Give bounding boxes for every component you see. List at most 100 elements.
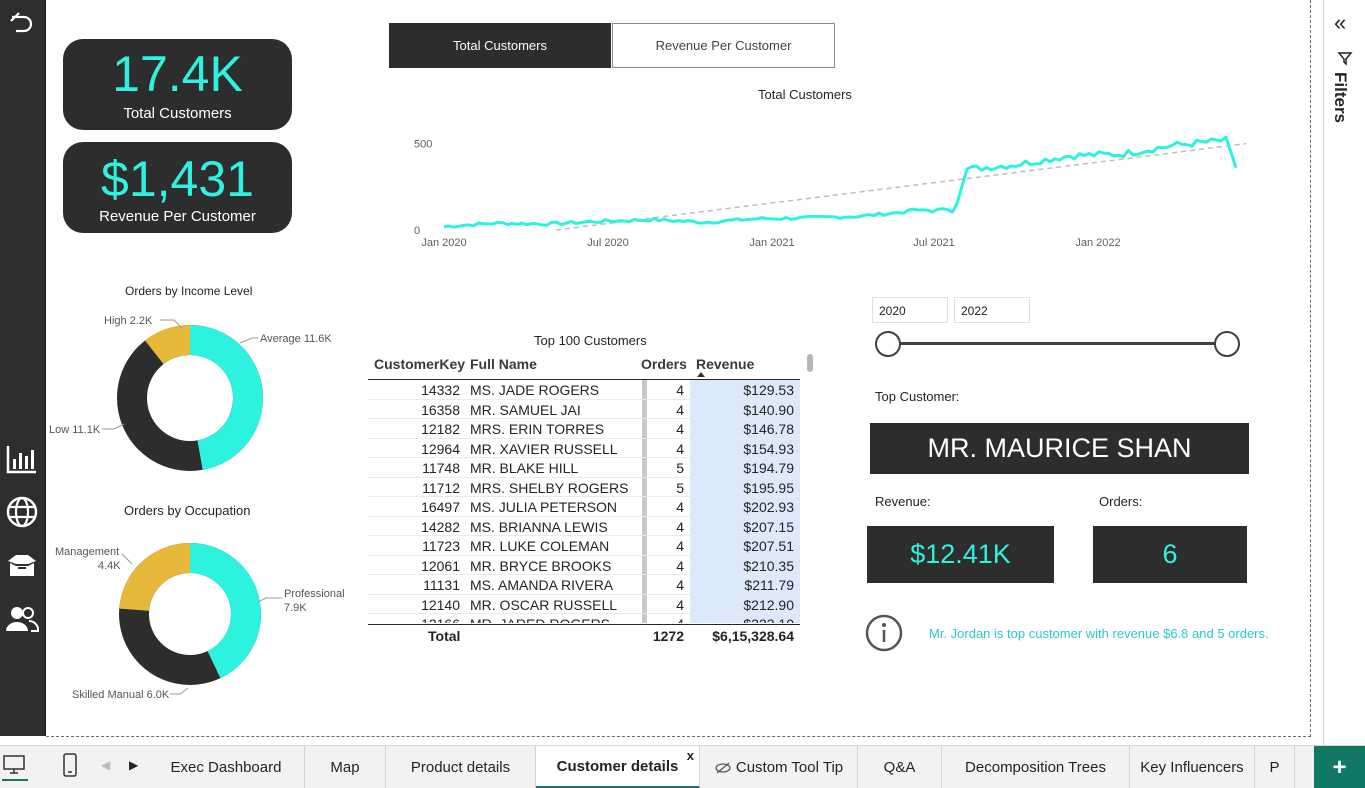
- label-low: Low 11.1K: [49, 424, 101, 436]
- x-tick-label: Jan 2021: [749, 237, 794, 249]
- desktop-view-icon[interactable]: [2, 752, 26, 776]
- table-row[interactable]: 12061 MR. BRYCE BROOKS 4 $210.35: [368, 555, 800, 575]
- col-customerkey[interactable]: CustomerKey: [374, 356, 465, 372]
- cell-revenue: $210.35: [743, 557, 794, 574]
- table-row[interactable]: 11723 MR. LUKE COLEMAN 4 $207.51: [368, 536, 800, 556]
- col-full-name[interactable]: Full Name: [470, 356, 537, 372]
- table-row[interactable]: 12964 MR. XAVIER RUSSELL 4 $154.93: [368, 438, 800, 458]
- donut-income-chart: High 2.2K Average 11.6K Low 11.1K: [49, 315, 332, 471]
- table-scrollbar[interactable]: [807, 354, 813, 372]
- tab-decomposition-trees[interactable]: Decomposition Trees: [942, 746, 1130, 788]
- tab-q-a[interactable]: Q&A: [858, 746, 942, 788]
- col-revenue[interactable]: Revenue: [696, 356, 754, 372]
- table-row[interactable]: 12140 MR. OSCAR RUSSELL 4 $212.90: [368, 594, 800, 614]
- info-icon[interactable]: [864, 613, 904, 653]
- revenue-label: Revenue:: [875, 494, 931, 509]
- cell-orders: 4: [676, 421, 684, 437]
- line-chart: 500 0Jan 2020 Jul 2020 Jan 2021 Jul 2021 Jan …: [414, 135, 1247, 249]
- cell-customerkey: 11131: [423, 577, 460, 593]
- cell-customerkey: 12166: [421, 616, 460, 623]
- cell-full-name: MS. JULIA PETERSON: [470, 499, 618, 515]
- toggle-total-customers-button[interactable]: Total Customers: [389, 23, 611, 68]
- toggle-revenue-per-customer-button[interactable]: Revenue Per Customer: [612, 23, 835, 68]
- table-row[interactable]: 16497 MS. JULIA PETERSON 4 $202.93: [368, 497, 800, 517]
- slicer-start-input[interactable]: 2020: [872, 297, 948, 323]
- cell-full-name: MS. BRIANNA LEWIS: [470, 518, 608, 535]
- table-row[interactable]: 12166 MR. JARED ROGERS 4 $223.10: [368, 614, 800, 623]
- box-icon[interactable]: [5, 549, 39, 583]
- filter-icon[interactable]: [1337, 50, 1353, 66]
- kpi-value: $1,431: [101, 151, 254, 207]
- bar-chart-icon[interactable]: [5, 442, 39, 476]
- series-line-total-customers: [443, 135, 1238, 229]
- orders-bar: [642, 594, 647, 613]
- slicer-track: [888, 342, 1228, 345]
- tab-p[interactable]: P: [1255, 746, 1295, 788]
- tab-custom-tool-tip[interactable]: Custom Tool Tip: [700, 746, 858, 788]
- table-row[interactable]: 14332 MS. JADE ROGERS 4 $129.53: [368, 380, 800, 400]
- close-tab-icon[interactable]: x: [687, 748, 694, 763]
- table-row[interactable]: 11748 MR. BLAKE HILL 5 $194.79: [368, 458, 800, 478]
- cell-full-name: MR. JARED ROGERS: [470, 616, 610, 623]
- cell-orders: 4: [676, 440, 684, 457]
- cell-revenue: $154.93: [743, 440, 794, 457]
- orders-bar: [642, 380, 647, 399]
- cell-customerkey: 12182: [421, 421, 460, 437]
- kpi-value: 17.4K: [112, 46, 243, 102]
- cell-full-name: MR. OSCAR RUSSELL: [470, 596, 618, 613]
- tab-key-influencers[interactable]: Key Influencers: [1130, 746, 1255, 788]
- table-row[interactable]: 16358 MR. SAMUEL JAI 4 $140.90: [368, 399, 800, 419]
- filters-label: Filters: [1331, 72, 1350, 124]
- orders-bar: [642, 477, 647, 496]
- cell-orders: 4: [676, 382, 684, 398]
- label-management: Management: [55, 546, 119, 558]
- tab-scroll-left-icon[interactable]: ◀: [101, 758, 110, 772]
- cell-full-name: MR. LUKE COLEMAN: [470, 538, 610, 554]
- tab-map[interactable]: Map: [305, 746, 386, 788]
- kpi-label: Total Customers: [123, 105, 232, 122]
- label-professional: Professional: [284, 588, 345, 600]
- cell-customerkey: 14332: [421, 382, 460, 398]
- cell-full-name: MS. JADE ROGERS: [470, 382, 600, 398]
- tab-product-details[interactable]: Product details: [386, 746, 536, 788]
- cell-revenue: $211.79: [744, 577, 794, 593]
- top-customer-label: Top Customer:: [875, 389, 960, 404]
- add-page-button[interactable]: +: [1314, 746, 1365, 788]
- slicer-end-input[interactable]: 2022: [954, 297, 1030, 323]
- mobile-view-icon[interactable]: [60, 752, 80, 780]
- cell-customerkey: 12964: [421, 440, 460, 457]
- globe-icon[interactable]: [5, 495, 39, 529]
- orders-bar: [642, 419, 647, 438]
- total-orders: 1272: [652, 628, 684, 644]
- cell-customerkey: 16358: [421, 401, 460, 418]
- cell-full-name: MR. XAVIER RUSSELL: [470, 440, 618, 457]
- collapse-filters-icon[interactable]: «: [1334, 10, 1346, 36]
- tab-label: Exec Dashboard: [170, 759, 282, 776]
- tab-scroll-right-icon[interactable]: ▶: [129, 758, 138, 772]
- table-row[interactable]: 11712 MRS. SHELBY ROGERS 5 $195.95: [368, 477, 800, 497]
- cell-customerkey: 16497: [421, 499, 460, 515]
- cell-revenue: $202.93: [743, 499, 794, 515]
- cell-revenue: $223.10: [743, 616, 794, 623]
- kpi-label: Revenue Per Customer: [99, 208, 256, 225]
- desktop-view-indicator: [2, 779, 28, 781]
- slicer-end-handle[interactable]: [1214, 331, 1240, 357]
- col-orders[interactable]: Orders: [641, 356, 687, 372]
- table-body: 14332 MS. JADE ROGERS 4 $129.53 16358 MR. SAM…: [368, 380, 800, 623]
- top-customers-table: CustomerKey Full Name Orders Revenue 143…: [368, 352, 818, 644]
- cell-revenue: $207.15: [743, 518, 794, 535]
- users-icon[interactable]: [5, 602, 39, 636]
- donut-occupation-title: Orders by Occupation: [124, 503, 251, 518]
- label-high: High 2.2K: [104, 315, 153, 327]
- tab-customer-details[interactable]: Customer details x: [536, 746, 700, 788]
- table-row[interactable]: 14282 MS. BRIANNA LEWIS 4 $207.15: [368, 516, 800, 536]
- table-row[interactable]: 11131 MS. AMANDA RIVERA 4 $211.79: [368, 575, 800, 595]
- cell-customerkey: 12140: [421, 596, 460, 613]
- filters-toggle[interactable]: Filters: [1328, 72, 1360, 132]
- tab-exec-dashboard[interactable]: Exec Dashboard: [148, 746, 305, 788]
- trend-line: [555, 142, 1247, 231]
- kpi-revenue-per-customer: $1,431 Revenue Per Customer: [63, 142, 292, 233]
- back-icon[interactable]: [5, 4, 39, 38]
- slicer-start-handle[interactable]: [875, 331, 901, 357]
- table-row[interactable]: 12182 MRS. ERIN TORRES 4 $146.78: [368, 419, 800, 439]
